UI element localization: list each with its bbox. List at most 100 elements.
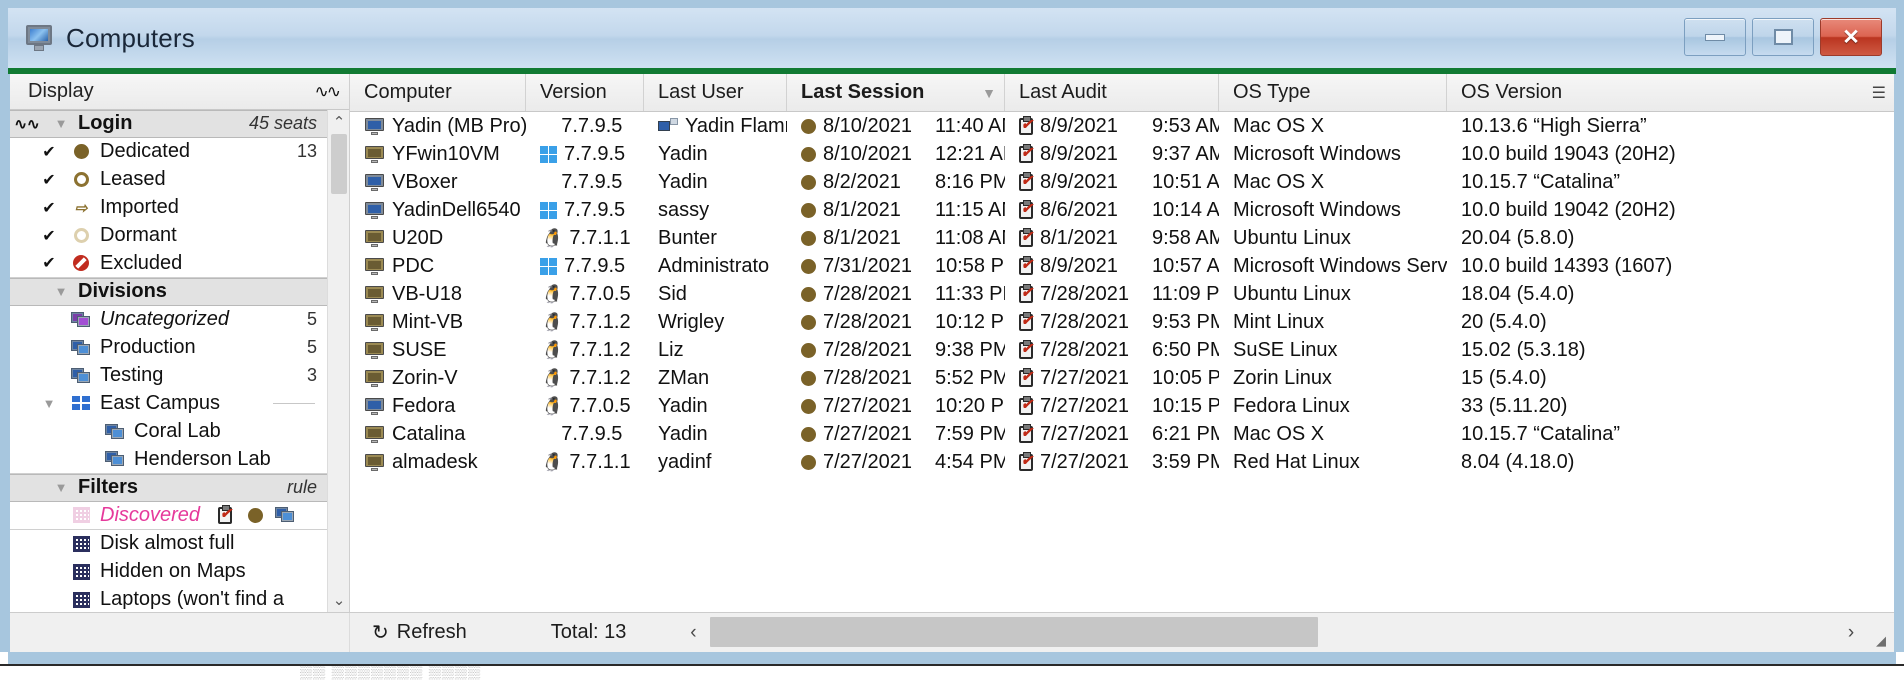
last-user-text: Wrigley [658,310,725,333]
column-header-computer[interactable]: Computer [350,74,526,111]
check-icon[interactable]: ✔ [32,198,66,218]
check-icon[interactable]: ✔ [32,253,66,273]
scrollbar-thumb[interactable] [710,617,1319,648]
cell-computer: Fedora [350,392,526,420]
last-user-text: Yadin [658,394,708,417]
sidebar-item-imported[interactable]: ✔ ⇨ Imported [10,193,327,222]
sidebar-item-label: Excluded [100,251,183,274]
monitor-gold-icon [364,425,385,443]
table-row[interactable]: SUSE🐧7.7.1.2Liz7/28/20219:38 PM7/28/2021… [350,336,1894,364]
check-icon[interactable]: ✔ [32,226,66,246]
horizontal-scrollbar[interactable]: ‹ › ◢ [676,613,1894,652]
table-row[interactable]: Mint-VB🐧7.7.1.2Wrigley7/28/202110:12 PM7… [350,308,1894,336]
sidebar-group-filters[interactable]: ▼ Filters rule [10,473,327,502]
refresh-button[interactable]: ↻ Refresh [350,620,467,645]
table-row[interactable]: VBoxer 7.7.9.5 Yadin 8/2/2021 8:16 PM 8/9/20… [350,168,1894,196]
session-time: 10:12 PM [935,310,1005,333]
scroll-down-icon[interactable]: ⌄ [328,590,349,610]
session-date: 7/31/2021 [823,254,912,277]
sidebar-item-laptops[interactable]: Laptops (won't find a [10,585,327,613]
sidebar-item-discovered[interactable]: Discovered [10,501,327,530]
computers-icon [270,507,300,523]
table-row[interactable]: Fedora🐧7.7.0.5Yadin7/27/202110:20 PM7/27… [350,392,1894,420]
sidebar-item-excluded[interactable]: ✔ Excluded [10,249,327,278]
check-icon[interactable]: ✔ [32,142,66,162]
chevron-down-icon[interactable]: ▼ [32,396,66,411]
chevron-down-icon[interactable]: ▼ [44,116,78,131]
sort-desc-icon[interactable]: ▼ [976,85,996,101]
windows-icon [540,145,557,163]
table-row[interactable]: PDC 7.7.9.5 Administrato 7/31/2021 10:58 PM 8… [350,252,1894,280]
os-version-text: 20 (5.4.0) [1461,310,1547,333]
sidebar-item-leased[interactable]: ✔ Leased [10,165,327,194]
audit-date: 7/27/2021 [1040,366,1129,389]
table-row[interactable]: Catalina7.7.9.5Yadin7/27/20217:59 PM7/2… [350,420,1894,448]
cell-last-user: Yadin [644,168,787,196]
chevron-down-icon[interactable]: ▼ [44,480,78,495]
sidebar-item-hidden-on-maps[interactable]: Hidden on Maps [10,557,327,586]
table-row[interactable]: VB-U18🐧7.7.0.5Sid7/28/202111:33 PM7/28/2… [350,280,1894,308]
sidebar-item-coral-lab[interactable]: Coral Lab [10,417,327,446]
sidebar-group-divisions[interactable]: ▼ Divisions [10,277,327,306]
table-row[interactable]: Zorin-V 🐧 7.7.1.2 ZMan 7/28/2021 5:52 PM 7/27/… [350,364,1894,392]
column-label: Last Audit [1019,81,1107,103]
table-row[interactable]: YadinDell6540 7.7.9.5 sassy 8/1/2021 11:15 A… [350,196,1894,224]
session-date: 7/28/2021 [823,366,912,389]
maximize-button[interactable] [1752,18,1814,56]
version-text: 7.7.0.5 [569,394,631,417]
resize-grip-icon[interactable]: ◢ [1868,613,1894,652]
scroll-left-icon[interactable]: ‹ [676,622,710,644]
close-button[interactable]: ✕ [1820,18,1882,56]
sidebar-item-uncategorized[interactable]: Uncategorized 5 [10,305,327,334]
version-text: 7.7.1.2 [569,366,631,389]
chevron-down-icon[interactable]: ▼ [44,284,78,299]
apple-icon:  [540,117,554,136]
sidebar-header[interactable]: Display ∿∿ [10,74,349,110]
column-header-last-user[interactable]: Last User [644,74,787,111]
sidebar-item-east-campus[interactable]: ▼ East Campus [10,389,327,418]
sidebar-item-dormant[interactable]: ✔ Dormant [10,221,327,250]
sidebar-item-testing[interactable]: Testing 3 [10,361,327,390]
sidebar-item-production[interactable]: Production 5 [10,333,327,362]
cell-last-session: 7/28/2021 10:12 PM [787,308,1005,336]
sidebar-group-login[interactable]: ∿∿ ▼ Login 45 seats [10,109,327,138]
table-row[interactable]: YFwin10VM7.7.9.5Yadin8/10/202112:21 AM8/… [350,140,1894,168]
cell-last-session: 8/2/2021 8:16 PM [787,168,1005,196]
session-datetime: 7/28/2021 9:38 PM [823,339,1005,362]
sidebar-item-label: Hidden on Maps [100,560,246,583]
column-header-last-session[interactable]: Last Session ▼ [787,74,1005,111]
cell-computer: almadesk [350,448,526,476]
column-header-os-version[interactable]: OS Version ☰ [1447,74,1894,111]
window-title: Computers [66,22,195,53]
table-row[interactable]: almadesk🐧7.7.1.1yadinf7/27/20214:54 PM7/… [350,448,1894,476]
column-header-version[interactable]: Version [526,74,644,111]
scrollbar-thumb[interactable] [331,133,347,194]
audit-date: 7/27/2021 [1040,450,1129,473]
check-icon[interactable]: ✔ [32,170,66,190]
dot-filled-icon [801,342,816,358]
table-row[interactable]: U20D🐧7.7.1.1Bunter8/1/202111:08 AM8/1/20… [350,224,1894,252]
computer-name: YFwin10VM [392,142,500,165]
scroll-right-icon[interactable]: › [1834,622,1868,644]
grid-pale-icon [66,507,96,524]
filter-icon[interactable]: ☰ [1866,83,1886,103]
computer-name: VB-U18 [392,282,463,305]
os-version-text: 20.04 (5.8.0) [1461,226,1575,249]
title-bar[interactable]: Computers ✕ [0,0,1904,68]
dot-filled-icon [801,146,816,162]
column-label: OS Version [1461,81,1563,103]
audit-time: 9:58 AM [1152,226,1219,249]
minimize-button[interactable] [1684,18,1746,56]
table-row[interactable]: Yadin (MB Pro)7.7.9.5Yadin Flamn8/10/20… [350,112,1894,140]
column-header-last-audit[interactable]: Last Audit [1005,74,1219,111]
audit-datetime: 7/28/2021 9:53 PM [1040,311,1219,334]
sidebar-scrollbar[interactable]: ⌃ ⌄ [327,109,349,613]
session-time: 11:08 AM [935,226,1005,249]
column-header-os-type[interactable]: OS Type [1219,74,1447,111]
sidebar-item-dedicated[interactable]: ✔ Dedicated 13 [10,137,327,166]
scroll-up-icon[interactable]: ⌃ [328,112,349,132]
scrollbar-track[interactable] [710,613,1834,652]
sidebar-item-henderson-lab[interactable]: Henderson Lab [10,445,327,474]
version-text: 7.7.9.5 [547,422,622,445]
sidebar-item-disk-almost-full[interactable]: Disk almost full [10,529,327,558]
